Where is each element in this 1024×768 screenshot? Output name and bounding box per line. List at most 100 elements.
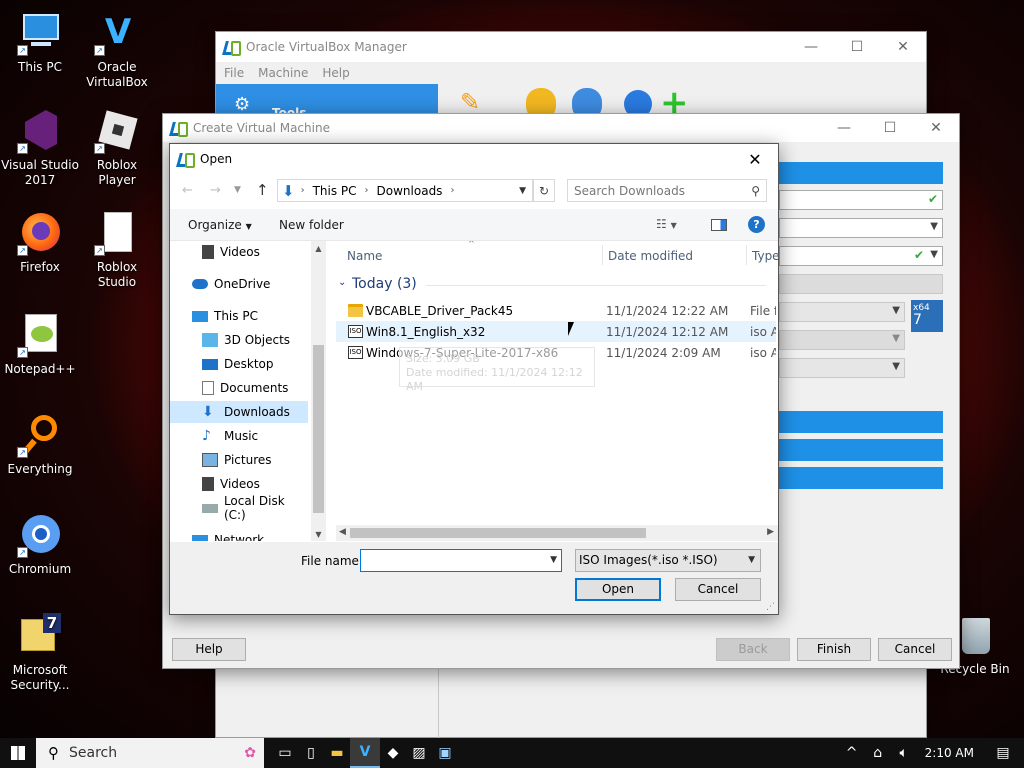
desktop-icon-this-pc[interactable]: ↗ This PC bbox=[0, 10, 80, 75]
group-header-today[interactable]: ⌄ Today (3) bbox=[336, 275, 778, 295]
notepad-taskbar-icon[interactable]: ▯ bbox=[298, 738, 324, 768]
chevron-down-icon[interactable]: ▼ bbox=[519, 186, 526, 196]
column-header-name[interactable]: Name bbox=[347, 249, 382, 263]
desktop-icon-everything[interactable]: ↗ Everything bbox=[0, 412, 80, 477]
chevron-up-icon[interactable]: ^ bbox=[839, 738, 865, 768]
address-bar[interactable]: ⬇ › This PC › Downloads › ▼ bbox=[277, 179, 533, 202]
desktop-icon-chromium[interactable]: ↗ Chromium bbox=[0, 512, 80, 577]
start-button[interactable] bbox=[0, 738, 36, 768]
minimize-button[interactable]: — bbox=[821, 114, 867, 142]
desktop-icon-oracle-virtualbox[interactable]: V ↗ Oracle VirtualBox bbox=[77, 10, 157, 90]
breadcrumb-separator: › bbox=[364, 185, 369, 196]
name-field[interactable]: ✔ bbox=[779, 190, 943, 210]
notification-icon[interactable]: ▤ bbox=[990, 738, 1016, 768]
winrar-icon: 7 bbox=[17, 613, 63, 659]
type-combo[interactable]: ▼ bbox=[779, 302, 905, 322]
pictures-icon bbox=[202, 453, 218, 467]
nav-item-3d-objects[interactable]: 3D Objects bbox=[170, 329, 310, 351]
cancel-button[interactable]: Cancel bbox=[878, 638, 952, 661]
disk-icon bbox=[202, 503, 218, 513]
desktop-icon-visual-studio[interactable]: ↗ Visual Studio 2017 bbox=[0, 108, 80, 188]
desktop-icon-firefox[interactable]: ↗ Firefox bbox=[0, 210, 80, 275]
maximize-button[interactable]: ☐ bbox=[867, 114, 913, 142]
file-name-input[interactable]: ▼ bbox=[360, 549, 562, 572]
file-type-filter[interactable]: ISO Images(*.iso *.ISO) ▼ bbox=[575, 549, 761, 572]
nav-item-videos-top[interactable]: Videos bbox=[170, 241, 310, 263]
clock[interactable]: 2:10 AM bbox=[925, 746, 974, 760]
maximize-button[interactable]: ☐ bbox=[834, 32, 880, 62]
volume-icon[interactable]: 🔈︎ bbox=[891, 738, 917, 768]
help-icon[interactable]: ? bbox=[748, 216, 765, 233]
file-list-hscrollbar[interactable]: ◀ ▶ bbox=[336, 525, 778, 541]
back-button[interactable]: Back bbox=[716, 638, 790, 661]
nav-item-local-disk[interactable]: Local Disk (C:) bbox=[170, 494, 310, 522]
preview-pane-icon[interactable] bbox=[711, 219, 727, 231]
section-header-name[interactable] bbox=[779, 162, 943, 184]
nav-item-pictures[interactable]: Pictures bbox=[170, 449, 310, 471]
open-dialog-titlebar[interactable]: Open ✕ bbox=[170, 144, 778, 174]
folder-combo[interactable]: ▼ bbox=[779, 218, 943, 238]
breadcrumb-downloads[interactable]: Downloads bbox=[377, 184, 443, 198]
virtualbox-taskbar-icon[interactable]: V bbox=[350, 738, 380, 768]
nav-item-videos[interactable]: Videos bbox=[170, 473, 310, 495]
desktop-icon-roblox-player[interactable]: ↗ Roblox Player bbox=[77, 108, 157, 188]
help-button[interactable]: Help bbox=[172, 638, 246, 661]
desktop-icon-roblox-studio[interactable]: ↗ Roblox Studio bbox=[77, 210, 157, 290]
nav-item-music[interactable]: ♪ Music bbox=[170, 425, 310, 447]
menu-file[interactable]: File bbox=[224, 66, 244, 80]
roblox-taskbar-icon[interactable]: ◆ bbox=[380, 738, 406, 768]
close-button[interactable]: ✕ bbox=[732, 144, 778, 174]
column-header-date[interactable]: Date modified bbox=[608, 249, 693, 263]
nav-item-onedrive[interactable]: OneDrive bbox=[170, 273, 310, 295]
close-button[interactable]: ✕ bbox=[913, 114, 959, 142]
network-tray-icon[interactable]: ⌂ bbox=[865, 738, 891, 768]
resize-grip-icon[interactable]: ⋰ bbox=[766, 602, 775, 612]
nav-item-desktop[interactable]: Desktop bbox=[170, 353, 310, 375]
chevron-down-icon[interactable]: ▼ bbox=[550, 555, 557, 565]
navigation-pane[interactable]: Videos OneDrive This PC 3D Objects Deskt… bbox=[170, 241, 326, 541]
task-view-icon[interactable]: ▭ bbox=[272, 738, 298, 768]
refresh-button[interactable]: ↻ bbox=[533, 179, 555, 202]
file-explorer-icon[interactable]: ▬ bbox=[324, 738, 350, 768]
menu-machine[interactable]: Machine bbox=[258, 66, 308, 80]
search-box[interactable]: Search Downloads ⚲ bbox=[567, 179, 767, 202]
iso-image-combo[interactable]: ✔ ▼ bbox=[779, 246, 943, 266]
create-vm-titlebar[interactable]: Create Virtual Machine — ☐ ✕ bbox=[163, 114, 959, 142]
finish-button[interactable]: Finish bbox=[797, 638, 871, 661]
back-arrow-icon[interactable]: ← bbox=[182, 183, 193, 198]
desktop-icon-microsoft-security[interactable]: 7 Microsoft Security... bbox=[0, 613, 80, 693]
manager-titlebar[interactable]: Oracle VirtualBox Manager — ☐ ✕ bbox=[216, 32, 926, 62]
organize-button[interactable]: Organize ▼ bbox=[188, 218, 252, 232]
nav-scrollbar[interactable]: ▲ ▼ bbox=[311, 241, 326, 541]
nav-item-this-pc[interactable]: This PC bbox=[170, 305, 310, 327]
open-button[interactable]: Open bbox=[575, 578, 661, 601]
file-row-vbcable[interactable]: VBCABLE_Driver_Pack45 11/1/2024 12:22 AM… bbox=[336, 300, 776, 321]
cancel-button[interactable]: Cancel bbox=[675, 578, 761, 601]
section-header-hardware[interactable] bbox=[779, 439, 943, 461]
desktop-icon-notepad-plus[interactable]: ↗ Notepad++ bbox=[0, 312, 80, 377]
up-arrow-icon[interactable]: ↑ bbox=[256, 181, 269, 199]
section-header-disk[interactable] bbox=[779, 467, 943, 489]
forward-arrow-icon[interactable]: → bbox=[210, 183, 221, 198]
nav-item-network[interactable]: Network bbox=[170, 529, 310, 541]
change-view-icon[interactable]: ☷ ▼ bbox=[656, 217, 677, 231]
close-button[interactable]: ✕ bbox=[880, 32, 926, 62]
file-row-win81[interactable]: ISO Win8.1_English_x32 11/1/2024 12:12 A… bbox=[336, 321, 776, 342]
nav-item-documents[interactable]: Documents bbox=[170, 377, 310, 399]
section-header-unattended[interactable] bbox=[779, 411, 943, 433]
nav-item-downloads[interactable]: ⬇ Downloads bbox=[170, 401, 308, 423]
skip-unattended-combo[interactable]: ▼ bbox=[779, 358, 905, 378]
recent-locations-icon[interactable]: ▼ bbox=[234, 185, 241, 195]
search-box[interactable]: ⚲ Search ✿ bbox=[36, 738, 264, 768]
menu-help[interactable]: Help bbox=[322, 66, 349, 80]
new-folder-button[interactable]: New folder bbox=[279, 218, 344, 232]
search-input[interactable]: Search Downloads bbox=[574, 184, 685, 198]
chevron-down-icon: ▼ bbox=[245, 222, 252, 231]
open-dialog[interactable]: Open ✕ ← → ▼ ↑ ⬇ › This PC › Downloads ›… bbox=[169, 143, 779, 615]
display-taskbar-icon[interactable]: ▣ bbox=[432, 738, 458, 768]
image-viewer-icon[interactable]: ▨ bbox=[406, 738, 432, 768]
breadcrumb-this-pc[interactable]: This PC bbox=[313, 184, 357, 198]
minimize-button[interactable]: — bbox=[788, 32, 834, 62]
column-header-type[interactable]: Type bbox=[752, 249, 778, 263]
file-list[interactable]: ^ Name Date modified Type ⌄ Today (3) VB… bbox=[336, 241, 778, 541]
